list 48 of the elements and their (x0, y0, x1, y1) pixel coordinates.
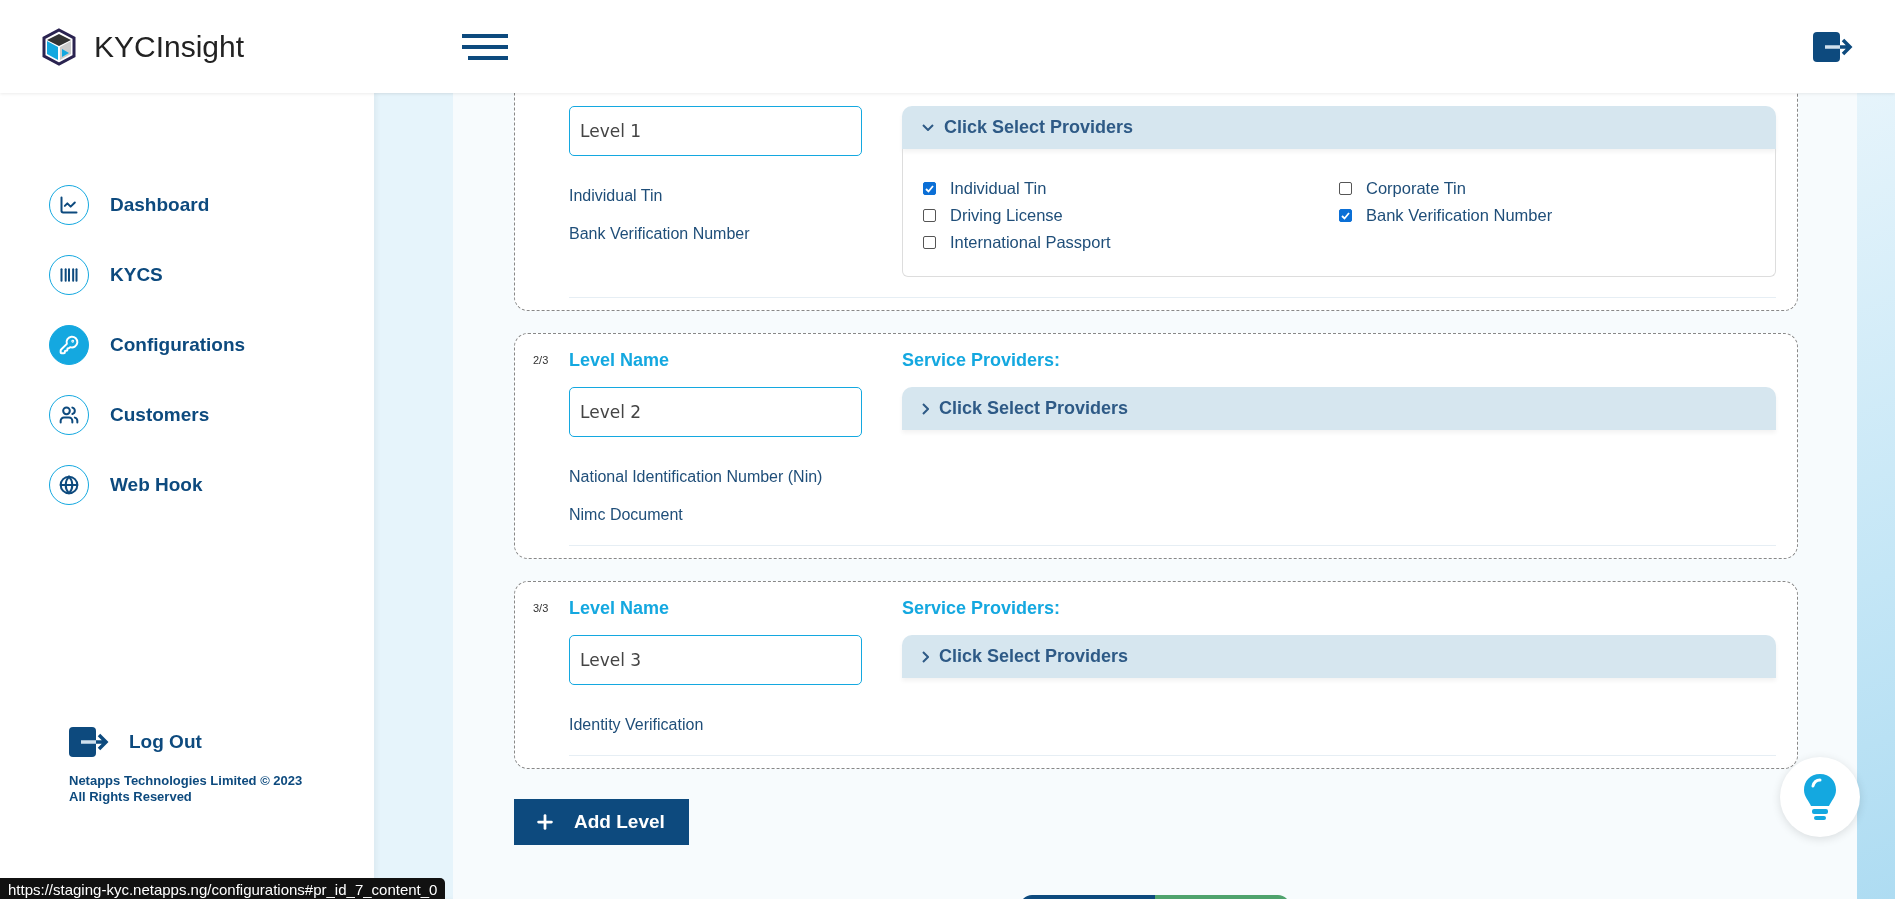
lightbulb-icon (1802, 772, 1838, 822)
sidebar-item[interactable]: Web Hook (49, 465, 374, 505)
provider-name: Identity Verification (569, 715, 705, 735)
provider-name: National Identification Number (Nin) (569, 467, 824, 487)
brand-name: KYCInsight (94, 29, 245, 64)
level-name-input[interactable]: Level 1 (569, 106, 862, 156)
cube-logo-icon (42, 27, 76, 66)
add-level-button[interactable]: Add Level (514, 799, 689, 845)
globe-icon (59, 475, 79, 495)
level-counter: 3/3 (533, 601, 550, 616)
checkbox[interactable] (923, 209, 936, 222)
level-counter: 2/3 (533, 353, 550, 368)
service-providers-label: Service Providers: (902, 350, 1062, 371)
key-icon (59, 335, 79, 355)
checkbox[interactable] (923, 182, 936, 195)
logout-icon (1813, 29, 1853, 64)
provider-option[interactable]: International Passport (923, 229, 1339, 256)
level-name-input[interactable]: Level 3 (569, 635, 862, 685)
level-name-input[interactable]: Level 2 (569, 387, 862, 437)
provider-option[interactable]: Driving License (923, 202, 1339, 229)
provider-name: Nimc Document (569, 505, 684, 525)
sidebar-item[interactable]: KYCS (49, 255, 374, 295)
service-providers-label: Service Providers: (902, 598, 1062, 619)
provider-option[interactable]: Corporate Tin (1339, 175, 1755, 202)
menu-button[interactable] (462, 33, 508, 60)
logout-icon (69, 725, 109, 759)
provider-option[interactable]: Individual Tin (923, 175, 1339, 202)
provider-name: Bank Verification Number (569, 224, 751, 244)
sidebar-item[interactable]: Configurations (49, 325, 374, 365)
provider-option[interactable]: Bank Verification Number (1339, 202, 1755, 229)
sidebar-item[interactable]: Dashboard (49, 185, 374, 225)
status-url: https://staging-kyc.netapps.ng/configurations#pr_id_7_content_0 (0, 878, 446, 899)
users-icon (59, 405, 79, 425)
checkbox[interactable] (923, 236, 936, 249)
sidebar-item[interactable]: Customers (49, 395, 374, 435)
provider-name: Individual Tin (569, 186, 664, 206)
barcode-icon (59, 265, 79, 285)
accordion-header[interactable]: Click Select Providers (902, 106, 1776, 149)
checkbox[interactable] (1339, 209, 1352, 222)
checkbox[interactable] (1339, 182, 1352, 195)
plus-icon (534, 811, 556, 833)
level-name-label: Level Name (569, 350, 671, 371)
accordion-header[interactable]: Click Select Providers (902, 387, 1776, 430)
copyright-text: Netapps Technologies Limited © 2023 All Rights Reserved (69, 773, 304, 805)
accordion-header[interactable]: Click Select Providers (902, 635, 1776, 678)
logout-link[interactable]: Log Out (69, 725, 374, 759)
level-name-label: Level Name (569, 598, 671, 619)
chart-icon (59, 195, 79, 215)
